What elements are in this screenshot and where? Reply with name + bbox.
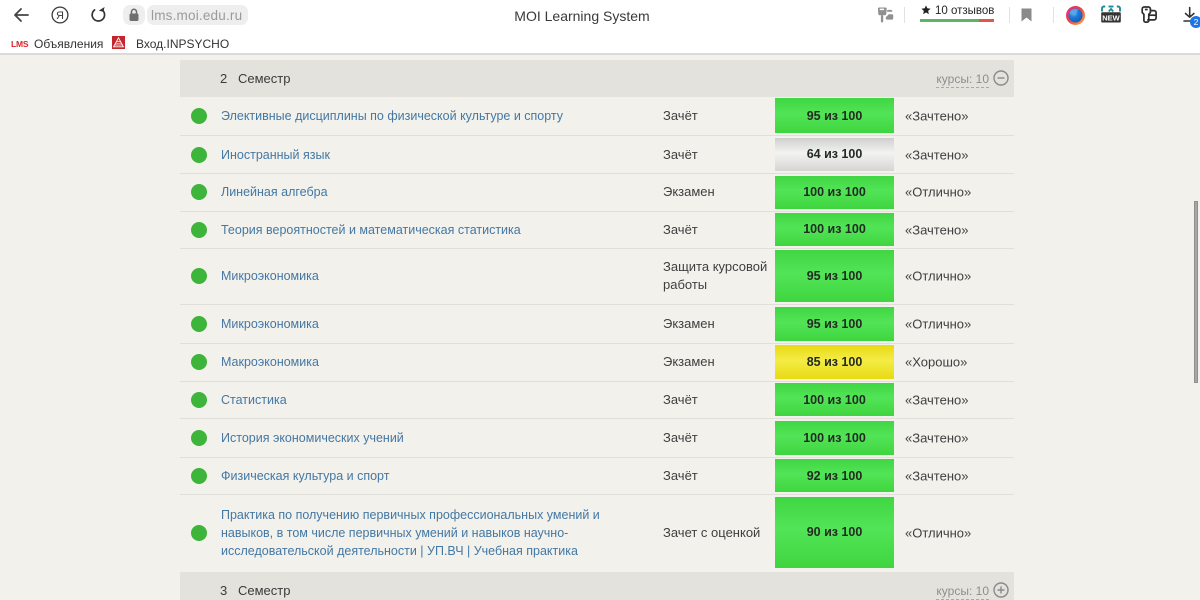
svg-text:NEW: NEW xyxy=(1102,13,1120,22)
